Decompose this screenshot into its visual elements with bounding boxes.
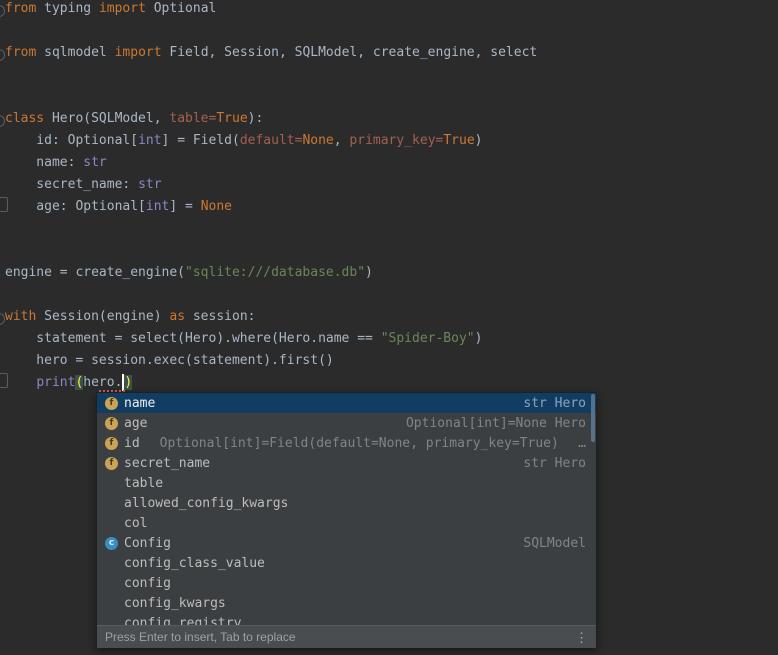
code-line[interactable]: engine = create_engine("sqlite:///databa… [5, 262, 537, 284]
completion-label: age [124, 416, 147, 431]
completion-item[interactable]: config_registry [97, 613, 596, 625]
completion-label: col [124, 516, 147, 531]
code-line[interactable]: with Session(engine) as session: [5, 306, 537, 328]
code-line[interactable] [5, 20, 537, 42]
completion-label: id [124, 436, 140, 451]
completion-item[interactable]: fid Optional[int]=Field(default=None, pri… [97, 433, 596, 453]
code-area[interactable]: from typing import Optional from sqlmodel… [5, 0, 537, 394]
completion-type-hint: SQLModel [523, 536, 586, 551]
gutter-marker-icon[interactable] [0, 197, 8, 212]
more-options-icon[interactable]: ⋮ [575, 631, 588, 644]
completion-item[interactable]: c Config SQLModel [97, 533, 596, 553]
code-line[interactable]: age: Optional[int] = None [5, 196, 537, 218]
completion-type-hint: … [578, 436, 586, 451]
completion-type-hint: Optional[int]=None Hero [406, 416, 586, 431]
completion-item[interactable]: config_class_value [97, 553, 596, 573]
completion-label: config_class_value [124, 556, 265, 571]
completion-label: Config [124, 536, 171, 551]
popup-list: fnamestr HerofageOptional[int]=None Hero… [97, 393, 596, 625]
code-line[interactable]: hero = session.exec(statement).first() [5, 350, 537, 372]
code-line[interactable]: name: str [5, 152, 537, 174]
completion-label: config_registry [124, 616, 241, 626]
completion-item[interactable]: f secret_name str Hero [97, 453, 596, 473]
autocomplete-popup: fnamestr HerofageOptional[int]=None Hero… [96, 392, 597, 648]
popup-footer: Press Enter to insert, Tab to replace ⋮ [97, 625, 596, 648]
code-line[interactable] [5, 284, 537, 306]
completion-type-hint: str Hero [523, 456, 586, 471]
code-line[interactable] [5, 64, 537, 86]
completion-item[interactable]: fname str Hero [97, 393, 596, 413]
popup-footer-hint: Press Enter to insert, Tab to replace [105, 630, 296, 644]
completion-item[interactable]: fage Optional[int]=None Hero [97, 413, 596, 433]
completion-item[interactable]: allowed_config_kwargs [97, 493, 596, 513]
code-line[interactable] [5, 240, 537, 262]
completion-type-hint: str Hero [523, 396, 586, 411]
completion-item[interactable]: col [97, 513, 596, 533]
completion-signature: Optional[int]=Field(default=None, primar… [160, 436, 559, 451]
code-line[interactable]: statement = select(Hero).where(Hero.name… [5, 328, 537, 350]
field-icon: f [105, 457, 118, 470]
popup-scrollbar[interactable] [591, 394, 595, 442]
code-line[interactable]: from sqlmodel import Field, Session, SQL… [5, 42, 537, 64]
code-line[interactable] [5, 218, 537, 240]
completion-item[interactable]: config_kwargs [97, 593, 596, 613]
field-icon: f [105, 397, 118, 410]
field-icon: f [105, 417, 118, 430]
completion-label: name [124, 396, 155, 411]
ide-window: from typing import Optional from sqlmodel… [0, 0, 778, 655]
completion-item[interactable]: config [97, 573, 596, 593]
completion-label: config [124, 576, 171, 591]
completion-item[interactable]: table [97, 473, 596, 493]
completion-label: config_kwargs [124, 596, 226, 611]
text-caret [122, 374, 124, 391]
code-line[interactable] [5, 86, 537, 108]
field-icon: f [105, 437, 118, 450]
code-line[interactable]: from typing import Optional [5, 0, 537, 20]
class-icon: c [105, 537, 118, 550]
completion-label: table [124, 476, 163, 491]
code-line[interactable]: id: Optional[int] = Field(default=None, … [5, 130, 537, 152]
code-line[interactable]: print(hero.) [5, 372, 537, 394]
code-line[interactable]: class Hero(SQLModel, table=True): [5, 108, 537, 130]
completion-label: secret_name [124, 456, 210, 471]
completion-label: allowed_config_kwargs [124, 496, 288, 511]
gutter-marker-icon[interactable] [0, 373, 8, 388]
code-line[interactable]: secret_name: str [5, 174, 537, 196]
